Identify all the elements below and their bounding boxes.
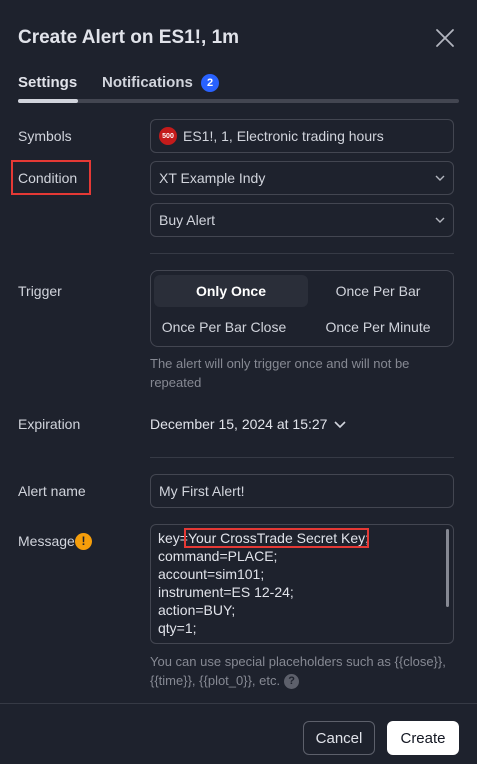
close-icon [436, 29, 454, 47]
secret-key-highlight-box [183, 528, 370, 548]
dialog-title: Create Alert on ES1!, 1m [18, 27, 240, 48]
message-line: command=PLACE; [158, 547, 278, 564]
chevron-down-icon [334, 421, 347, 429]
warning-icon[interactable]: ! [75, 533, 92, 550]
message-line: account=sim101; [158, 565, 265, 582]
close-button[interactable] [433, 26, 457, 50]
tab-track [18, 99, 459, 103]
symbols-field[interactable]: 500 ES1!, 1, Electronic trading hours [150, 119, 454, 153]
message-line: instrument=ES 12-24; [158, 583, 294, 600]
tab-notifications[interactable]: Notifications [102, 74, 193, 91]
message-hint-line-2: {{time}}, {{plot_0}}, etc. [150, 673, 281, 688]
message-textarea[interactable]: key=Your CrossTrade Secret Key; command=… [150, 524, 454, 644]
expiration-label: Expiration [18, 416, 81, 432]
alert-name-value: My First Alert! [159, 483, 245, 499]
divider [150, 457, 454, 458]
divider [150, 253, 454, 254]
trigger-option-only-once[interactable]: Only Once [154, 275, 308, 307]
message-line: action=BUY; [158, 601, 236, 618]
alert-name-label: Alert name [18, 483, 86, 499]
cancel-button[interactable]: Cancel [303, 721, 375, 755]
message-scrollbar[interactable] [446, 529, 449, 607]
message-label: Message [18, 533, 75, 549]
message-hint-line-1: You can use special placeholders such as… [150, 654, 446, 669]
expiration-value: December 15, 2024 at 15:27 [150, 416, 328, 432]
chevron-down-icon [435, 175, 445, 181]
message-line: qty=1; [158, 619, 197, 636]
trigger-label: Trigger [18, 283, 62, 299]
condition-signal-select[interactable]: Buy Alert [150, 203, 454, 237]
expiration-selector[interactable]: December 15, 2024 at 15:27 [150, 416, 347, 432]
symbol-logo: 500 [159, 127, 177, 145]
trigger-options: Only Once Once Per Bar Once Per Bar Clos… [150, 270, 454, 347]
chevron-down-icon [435, 217, 445, 223]
trigger-hint-line-2: repeated [150, 375, 202, 390]
symbols-label: Symbols [18, 128, 72, 144]
condition-signal-value: Buy Alert [159, 212, 216, 228]
condition-select[interactable]: XT Example Indy [150, 161, 454, 195]
trigger-hint: The alert will only trigger once and wil… [150, 354, 409, 392]
trigger-option-once-per-bar[interactable]: Once Per Bar [301, 275, 455, 307]
help-icon[interactable]: ? [284, 674, 300, 690]
tab-settings[interactable]: Settings [18, 74, 77, 91]
notifications-count-badge: 2 [201, 74, 219, 92]
tab-bar: Settings Notifications 2 [18, 72, 459, 104]
symbols-value: ES1!, 1, Electronic trading hours [183, 128, 384, 144]
tab-active-indicator [18, 99, 78, 103]
condition-highlight-box [11, 160, 91, 195]
footer-divider [0, 703, 477, 704]
create-button[interactable]: Create [387, 721, 459, 755]
trigger-hint-line-1: The alert will only trigger once and wil… [150, 356, 410, 371]
trigger-option-once-per-bar-close[interactable]: Once Per Bar Close [147, 311, 301, 343]
trigger-option-once-per-minute[interactable]: Once Per Minute [301, 311, 455, 343]
condition-value: XT Example Indy [159, 170, 266, 186]
message-key-placeholder: Your CrossTrade Secret Key [183, 528, 370, 548]
alert-name-input[interactable]: My First Alert! [150, 474, 454, 508]
message-hint: You can use special placeholders such as… [150, 652, 446, 690]
message-line-key: key=Your CrossTrade Secret Key; [158, 528, 446, 548]
create-alert-dialog: Create Alert on ES1!, 1m Settings Notifi… [0, 0, 477, 764]
